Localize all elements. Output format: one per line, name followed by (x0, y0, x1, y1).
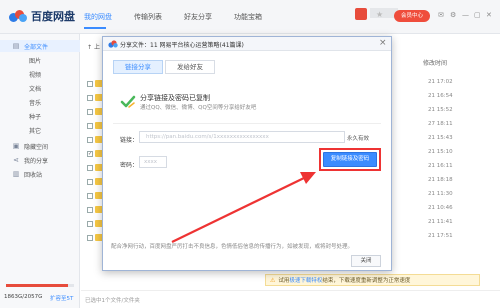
app-logo[interactable]: 百度网盘 (7, 8, 75, 24)
avatar[interactable] (355, 8, 367, 20)
vip-center-button[interactable]: 会员中心 (394, 10, 430, 22)
folder-icon: ▤ (12, 42, 20, 50)
cloud-logo-icon (7, 8, 29, 24)
storage-quota-text: 1863G/2057G (4, 294, 43, 300)
share-icon: ⋖ (13, 156, 19, 164)
expand-storage-link[interactable]: 扩容至5T (50, 294, 73, 302)
row-checkbox[interactable] (87, 108, 93, 115)
modified-time-cell: 21 16:11 (428, 163, 453, 169)
minimize-icon[interactable]: — (462, 11, 469, 19)
policy-note: 配合净网行动，百度网盘严厉打击不良信息，色情低俗信息的传播行为，如被发现，或将封… (111, 244, 354, 250)
modified-time-cell: 21 17:51 (428, 233, 453, 239)
row-checkbox[interactable] (87, 192, 93, 199)
row-checkbox[interactable] (87, 122, 93, 129)
row-checkbox[interactable] (87, 164, 93, 171)
mail-icon[interactable]: ✉ (438, 11, 444, 19)
row-checkbox[interactable] (87, 220, 93, 227)
success-title: 分享链接及密码已复制 (140, 94, 210, 102)
notice-prefix: 试用 (278, 278, 290, 284)
star-icon[interactable]: ★ (376, 10, 383, 19)
top-bar: 百度网盘 我的网盘 传输列表 好友分享 功能宝箱 ★ 会员中心 ✉ ⚙ — ▢ … (0, 0, 500, 34)
sidebar: ▤ 全部文件 图片 视频 文档 音乐 种子 其它 ▣ 隐藏空间 ⋖ 我的分享 ▥… (0, 34, 80, 308)
gear-icon[interactable]: ⚙ (450, 11, 456, 19)
cloud-logo-icon (108, 40, 118, 48)
row-checkbox[interactable] (87, 206, 93, 213)
success-subtitle: 通过QQ、微信、微博、QQ空间等分享给好友吧 (140, 105, 257, 111)
sidebar-item-music[interactable]: 音乐 (0, 96, 80, 108)
nav-transfer[interactable]: 传输列表 (134, 12, 162, 22)
storage-quota-fill (6, 284, 68, 287)
up-label: 上 (93, 44, 100, 51)
trash-icon: ▥ (12, 170, 20, 178)
dialog-close-icon[interactable]: × (379, 38, 387, 48)
warning-icon: ⚠ (270, 276, 276, 284)
sidebar-item-my-shares[interactable]: ⋖ 我的分享 (0, 154, 80, 166)
tab-link-share[interactable]: 链接分享 (113, 60, 163, 74)
modified-time-cell: 21 11:30 (428, 191, 453, 197)
code-label: 密码： (120, 162, 139, 169)
success-check-icon (120, 95, 136, 108)
annotation-highlight-box (319, 148, 381, 171)
lock-icon: ▣ (12, 142, 20, 150)
sidebar-item-videos[interactable]: 视频 (0, 68, 80, 80)
sidebar-item-other[interactable]: 其它 (0, 124, 80, 136)
sidebar-item-documents[interactable]: 文档 (0, 82, 80, 94)
selection-status: 已选中1个文件/文件夹 (85, 298, 140, 304)
row-checkbox[interactable] (87, 136, 93, 143)
notice-suffix: 结束，下载速度重新调整为正常速度 (322, 278, 411, 284)
close-icon[interactable]: ✕ (486, 11, 492, 19)
nav-my-disk[interactable]: 我的网盘 (84, 12, 112, 22)
row-checkbox[interactable] (87, 80, 93, 87)
divider (113, 123, 381, 124)
close-button[interactable]: 关闭 (351, 255, 381, 267)
tab-send-to-friend[interactable]: 发给好友 (165, 60, 215, 74)
time-column-header[interactable]: 修改时间 (423, 58, 447, 67)
dialog-header: 分享文件：11 网易平台核心运营策略(41篇课) × (103, 37, 391, 51)
share-dialog: 分享文件：11 网易平台核心运营策略(41篇课) × 链接分享 发给好友 分享链… (102, 36, 392, 271)
app-name: 百度网盘 (31, 10, 75, 23)
row-checkbox[interactable] (87, 234, 93, 241)
row-checkbox[interactable] (87, 178, 93, 185)
modified-time-cell: 21 17:02 (428, 79, 453, 85)
share-tabs: 链接分享 发给好友 (113, 60, 217, 74)
share-link-field[interactable]: https://pan.baidu.com/s/1xxxxxxxxxxxxxxx… (139, 131, 345, 143)
modified-time-cell: 21 11:41 (428, 219, 453, 225)
sidebar-item-torrents[interactable]: 种子 (0, 110, 80, 122)
maximize-icon[interactable]: ▢ (474, 11, 481, 19)
sidebar-item-recycle-bin[interactable]: ▥ 回收站 (0, 168, 80, 180)
nav-friend-share[interactable]: 好友分享 (184, 12, 212, 22)
nav-toolbox[interactable]: 功能宝箱 (234, 12, 262, 22)
sidebar-item-images[interactable]: 图片 (0, 54, 80, 66)
link-label: 链接： (120, 137, 139, 144)
extract-code-field[interactable]: xxxx (139, 156, 167, 168)
storage-quota-bar (6, 284, 74, 287)
modified-time-cell: 21 10:46 (428, 205, 453, 211)
notice-highlight-link[interactable]: 极速下载特权 (289, 276, 322, 284)
speed-trial-notice: ⚠ 试用 极速下载特权 结束，下载速度重新调整为正常速度 (265, 274, 480, 286)
modified-time-cell: 21 15:52 (428, 107, 453, 113)
up-button[interactable]: ↑ 上 (87, 42, 100, 51)
sidebar-item-all-files[interactable]: ▤ 全部文件 (0, 40, 80, 52)
modified-time-cell: 21 15:43 (428, 135, 453, 141)
modified-time-cell: 21 18:18 (428, 177, 453, 183)
link-validity[interactable]: 永久有效 (347, 134, 369, 142)
sidebar-item-hidden-space[interactable]: ▣ 隐藏空间 (0, 140, 80, 152)
nav-active-indicator (84, 27, 106, 29)
row-checkbox[interactable] (87, 94, 93, 101)
dialog-title: 分享文件：11 网易平台核心运营策略(41篇课) (120, 42, 244, 49)
row-checkbox[interactable]: ✓ (87, 150, 93, 157)
modified-time-cell: 27 18:11 (428, 121, 453, 127)
status-bar: 已选中1个文件/文件夹 (81, 290, 500, 308)
modified-time-cell: 21 15:10 (428, 149, 453, 155)
top-nav: 我的网盘 传输列表 好友分享 功能宝箱 (84, 12, 284, 22)
modified-time-cell: 21 16:54 (428, 93, 453, 99)
